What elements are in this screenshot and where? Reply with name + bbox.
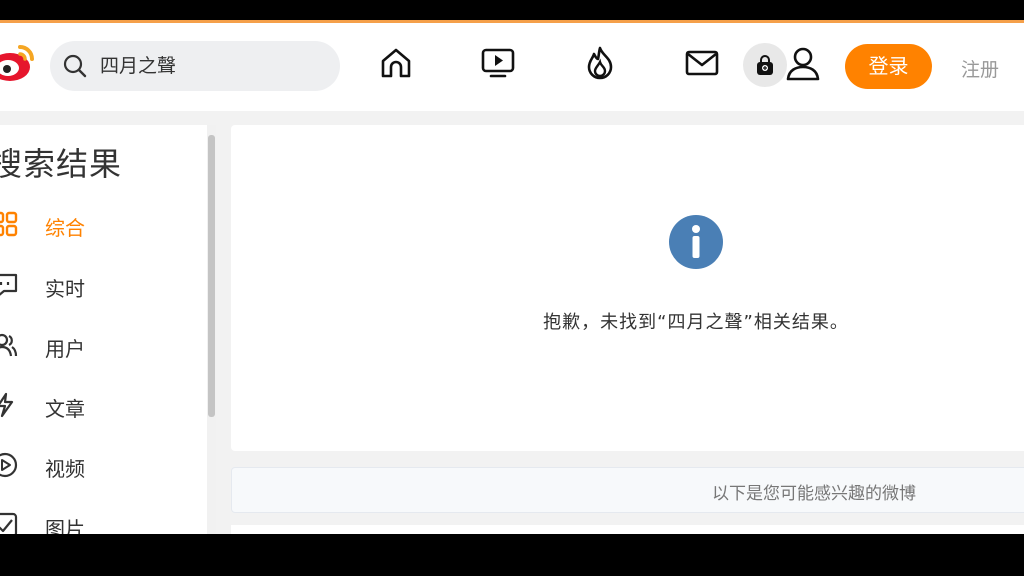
- article-icon: [0, 392, 14, 418]
- sidebar-item-images[interactable]: 图片: [0, 506, 200, 534]
- not-found-message: 抱歉，未找到“四月之聲”相关结果。: [543, 312, 849, 333]
- mail-icon[interactable]: [684, 45, 720, 81]
- sidebar-item-label: 综合: [45, 216, 85, 240]
- sidebar-item-label: 视频: [45, 457, 85, 481]
- sidebar-item-label: 实时: [45, 277, 85, 301]
- info-icon: [669, 215, 723, 269]
- letterbox-bottom: [0, 534, 1024, 576]
- lock-icon: [757, 55, 773, 75]
- results-card: 抱歉，未找到“四月之聲”相关结果。: [231, 125, 1024, 451]
- users-icon: [0, 333, 18, 357]
- register-link[interactable]: 注册: [961, 55, 999, 82]
- home-icon[interactable]: [378, 45, 414, 81]
- video-icon[interactable]: [480, 45, 516, 81]
- grid-icon: [0, 211, 18, 237]
- search-input[interactable]: 四月之聲: [100, 54, 176, 78]
- sidebar-item-articles[interactable]: 文章: [0, 386, 200, 426]
- search-box[interactable]: 四月之聲: [50, 41, 340, 91]
- sidebar-title: 搜索结果: [0, 145, 123, 183]
- letterbox-top: [0, 0, 1024, 20]
- sidebar-item-label: 文章: [45, 397, 85, 421]
- play-icon: [0, 452, 18, 478]
- sidebar-item-video[interactable]: 视频: [0, 446, 200, 486]
- login-button[interactable]: 登录: [845, 44, 932, 89]
- weibo-logo-icon[interactable]: [0, 39, 38, 83]
- sidebar-scrollbar-thumb[interactable]: [208, 135, 215, 417]
- chat-icon: [0, 273, 18, 296]
- user-icon[interactable]: [784, 45, 822, 83]
- sidebar-item-realtime[interactable]: 实时: [0, 266, 200, 306]
- sidebar-item-users[interactable]: 用户: [0, 326, 200, 366]
- search-icon[interactable]: [63, 54, 87, 78]
- next-card: [231, 525, 1024, 534]
- sidebar: 搜索结果 综合 实时 用户 文章 视频 图片: [0, 125, 216, 534]
- hot-icon[interactable]: [582, 45, 618, 81]
- sidebar-item-comprehensive[interactable]: 综合: [0, 205, 200, 245]
- sidebar-item-label: 图片: [45, 517, 85, 534]
- page-viewport: 四月之聲 登录 注册 搜索结果 综合 实时 用户 文章 视频 图片 抱歉，未找到…: [0, 23, 1024, 534]
- image-icon: [0, 512, 18, 534]
- lock-button[interactable]: [743, 43, 787, 87]
- suggestion-bar: 以下是您可能感兴趣的微博: [231, 467, 1024, 513]
- sidebar-item-label: 用户: [45, 337, 85, 361]
- suggestion-text: 以下是您可能感兴趣的微博: [712, 484, 916, 504]
- top-header: 四月之聲 登录 注册: [0, 23, 1024, 111]
